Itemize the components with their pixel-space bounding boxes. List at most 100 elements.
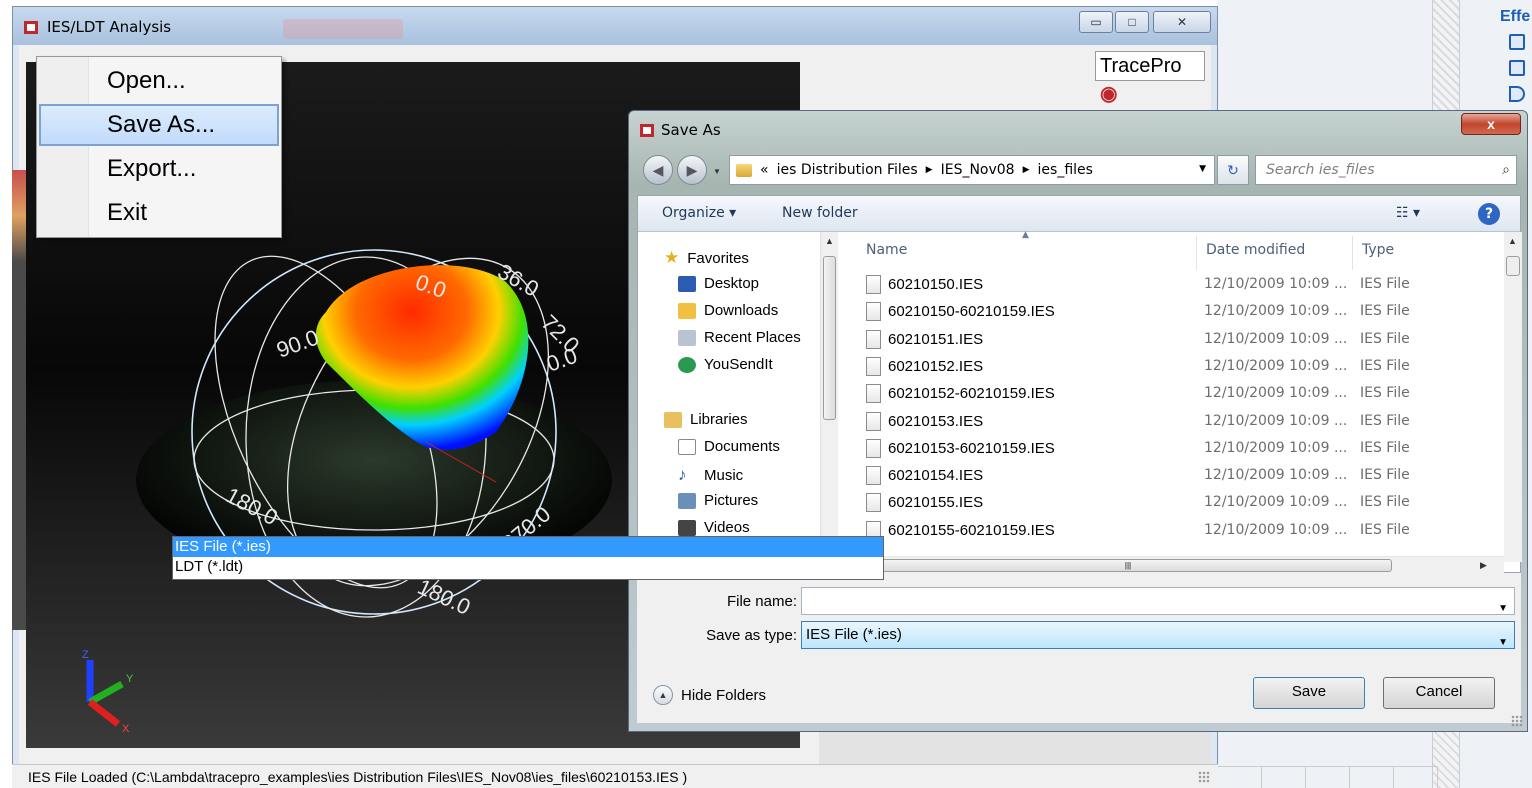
scroll-up-icon[interactable]: ▲ (825, 236, 834, 246)
breadcrumb-ies-nov08[interactable]: IES_Nov08 (941, 162, 1015, 178)
save-type-dropdown-icon[interactable]: ▼ (1498, 630, 1508, 656)
file-date: 12/10/2009 10:09 ... (1204, 276, 1348, 292)
option-ldt[interactable]: LDT (*.ldt) (173, 557, 883, 577)
column-header-type[interactable]: Type (1362, 242, 1394, 258)
search-icon[interactable]: ⌕ (1502, 156, 1510, 184)
close-button[interactable]: ✕ (1153, 11, 1211, 33)
breadcrumb-ies-files[interactable]: ies_files (1038, 162, 1093, 178)
breadcrumb-overflow[interactable]: « (760, 162, 769, 178)
file-date: 12/10/2009 10:09 ... (1204, 521, 1348, 538)
nav-libraries[interactable]: Libraries (664, 411, 748, 428)
dialog-resize-grip-icon[interactable] (1511, 715, 1523, 727)
save-type-select[interactable]: IES File (*.ies) ▼ (801, 621, 1515, 649)
file-type: IES File (1360, 330, 1410, 347)
app-icon (640, 124, 654, 137)
breadcrumb-ies-distribution-files[interactable]: ies Distribution Files (777, 162, 918, 178)
scroll-right-icon[interactable]: ▶ (1480, 560, 1487, 571)
file-row[interactable]: 60210153.IES 12/10/2009 10:09 ... IES File (842, 409, 1504, 436)
ies-file-icon (866, 302, 881, 322)
organize-button[interactable]: Organize ▾ (662, 205, 736, 221)
file-type: IES File (1360, 385, 1410, 402)
navigation-pane: ★ Favorites Desktop Downloads Recent Plac… (638, 232, 828, 574)
background-panel-header: Effe (1500, 8, 1531, 25)
recent-locations-dropdown[interactable]: ▼ (713, 167, 721, 176)
nav-favorites[interactable]: ★ Favorites (664, 248, 749, 268)
menu-item-open[interactable]: Open... (39, 60, 279, 102)
resize-grip-icon[interactable] (1198, 771, 1210, 783)
back-button[interactable]: ◀ (643, 155, 673, 185)
file-name: 60210151.IES (888, 330, 984, 348)
nav-yousendit[interactable]: YouSendIt (678, 356, 773, 373)
column-header-date[interactable]: Date modified (1206, 242, 1305, 258)
minimize-button[interactable]: ▭ (1079, 11, 1113, 33)
yousendit-icon (678, 356, 696, 373)
ies-file-icon (866, 411, 881, 431)
address-bar[interactable]: « ies Distribution Files ▶ IES_Nov08 ▶ i… (729, 155, 1215, 185)
image-icon[interactable] (1509, 60, 1525, 76)
file-date: 12/10/2009 10:09 ... (1204, 467, 1348, 484)
nav-desktop[interactable]: Desktop (678, 275, 759, 292)
nav-videos[interactable]: Videos (678, 519, 750, 536)
file-row[interactable]: 60210154.IES 12/10/2009 10:09 ... IES File (842, 463, 1504, 490)
option-ies[interactable]: IES File (*.ies) (173, 537, 883, 557)
file-name: 60210152.IES (888, 357, 984, 375)
hide-folders-button[interactable]: ▲ Hide Folders (653, 685, 766, 705)
horizontal-scroll-thumb[interactable]: ||| (864, 559, 1392, 572)
refresh-button[interactable]: ↻ (1217, 155, 1249, 185)
file-date: 12/10/2009 10:09 ... (1204, 357, 1348, 374)
file-list-scrollbar[interactable]: ▲ (1504, 232, 1522, 562)
file-row[interactable]: 60210153-60210159.IES 12/10/2009 10:09 ..… (842, 436, 1504, 463)
scroll-up-icon[interactable]: ▲ (1508, 236, 1517, 246)
chevron-up-icon: ▲ (653, 685, 673, 705)
file-row[interactable]: 60210150.IES 12/10/2009 10:09 ... IES File (842, 272, 1504, 299)
file-row[interactable]: 60210155.IES 12/10/2009 10:09 ... IES File (842, 490, 1504, 517)
select-icon[interactable] (1509, 34, 1525, 50)
horizontal-scrollbar[interactable]: ◀ ||| ▶ (842, 556, 1504, 573)
breadcrumb-separator-icon[interactable]: ▶ (926, 165, 933, 175)
nav-downloads[interactable]: Downloads (678, 302, 778, 319)
file-scroll-thumb[interactable] (1506, 256, 1520, 276)
nav-scroll-thumb[interactable] (823, 256, 836, 420)
file-row[interactable]: 60210155-60210159.IES 12/10/2009 10:09 ..… (842, 518, 1504, 545)
file-date: 12/10/2009 10:09 ... (1204, 385, 1348, 402)
save-button[interactable]: Save (1253, 677, 1365, 709)
ies-file-icon (866, 384, 881, 404)
search-input[interactable]: Search ies_files ⌕ (1255, 155, 1517, 185)
file-row[interactable]: 60210152.IES 12/10/2009 10:09 ... IES File (842, 354, 1504, 381)
dialog-close-button[interactable]: x (1461, 113, 1521, 135)
folder-icon (736, 163, 752, 177)
play-icon[interactable] (1509, 86, 1525, 102)
pictures-icon (678, 492, 696, 509)
menu-item-save-as[interactable]: Save As... (39, 104, 279, 146)
maximize-button[interactable]: □ (1115, 11, 1149, 33)
file-row[interactable]: 60210151.IES 12/10/2009 10:09 ... IES File (842, 327, 1504, 354)
help-button[interactable]: ? (1478, 203, 1500, 225)
file-name: 60210154.IES (888, 467, 984, 485)
nav-recent-places[interactable]: Recent Places (678, 329, 801, 346)
file-row[interactable]: 60210152-60210159.IES 12/10/2009 10:09 ..… (842, 381, 1504, 408)
file-name-input[interactable]: ▼ (801, 587, 1515, 615)
file-type: IES File (1360, 412, 1410, 429)
nav-music[interactable]: ♪ Music (678, 465, 743, 485)
forward-button[interactable]: ▶ (677, 155, 707, 185)
menu-item-export[interactable]: Export... (39, 148, 279, 190)
new-folder-button[interactable]: New folder (782, 205, 858, 221)
file-row[interactable]: 60210150-60210159.IES 12/10/2009 10:09 ..… (842, 299, 1504, 326)
column-header-name[interactable]: Name (866, 242, 907, 258)
svg-text:Y: Y (126, 673, 134, 685)
nav-scrollbar[interactable]: ▲ ▼ (820, 232, 838, 562)
nav-documents[interactable]: Documents (678, 438, 780, 455)
breadcrumb-separator-icon[interactable]: ▶ (1023, 165, 1030, 175)
menu-item-exit[interactable]: Exit (39, 192, 279, 234)
address-dropdown-icon[interactable]: ▼ (1199, 164, 1206, 174)
file-date: 12/10/2009 10:09 ... (1204, 494, 1348, 511)
views-icon[interactable]: ☷ ▾ (1396, 205, 1420, 221)
dialog-title-bar: Save As (639, 121, 721, 139)
file-name: 60210155.IES (888, 494, 984, 512)
column-divider[interactable] (1352, 236, 1353, 270)
file-name-dropdown-icon[interactable]: ▼ (1498, 596, 1508, 622)
axis-triad: Z Y X (82, 649, 134, 735)
nav-pictures[interactable]: Pictures (678, 492, 758, 509)
column-divider[interactable] (1196, 236, 1197, 270)
cancel-button[interactable]: Cancel (1383, 677, 1495, 709)
